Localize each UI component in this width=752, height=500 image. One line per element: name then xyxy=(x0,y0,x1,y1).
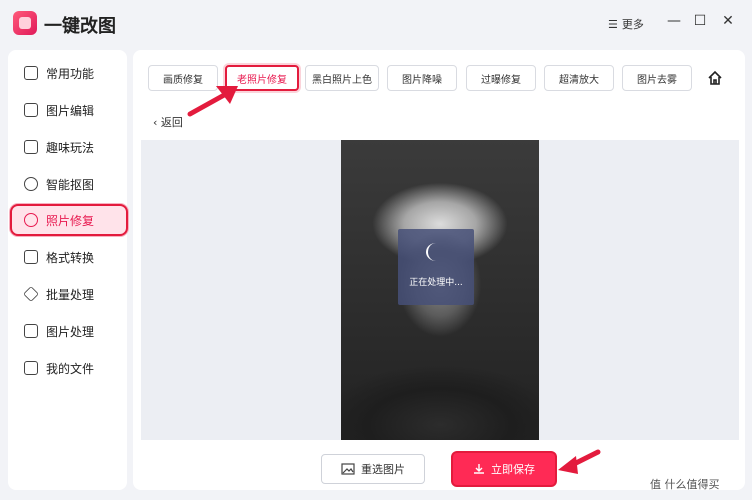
processing-overlay: 正在处理中... xyxy=(398,229,474,305)
save-now-button[interactable]: 立即保存 xyxy=(453,453,555,485)
sidebar-item-batch[interactable]: 批量处理 xyxy=(16,281,120,307)
image-icon xyxy=(24,324,38,338)
app-logo xyxy=(13,11,37,35)
sidebar-item-fun[interactable]: 趣味玩法 xyxy=(16,134,120,160)
sidebar-item-convert[interactable]: 格式转换 xyxy=(16,244,120,270)
edit-icon xyxy=(24,103,38,117)
sidebar-item-common[interactable]: 常用功能 xyxy=(16,60,120,86)
reselect-label: 重选图片 xyxy=(361,463,405,476)
tab-denoise[interactable]: 图片降噪 xyxy=(387,65,457,91)
processing-text: 正在处理中... xyxy=(409,278,463,288)
preview-canvas: 正在处理中... xyxy=(141,140,739,440)
sidebar-item-label: 格式转换 xyxy=(46,250,95,265)
back-link[interactable]: ‹ 返回 xyxy=(153,114,183,130)
reselect-image-button[interactable]: 重选图片 xyxy=(321,454,425,484)
watermark-text: 值 什么值得买 xyxy=(650,478,720,491)
annotation-arrow-save xyxy=(558,449,601,474)
sidebar-item-label: 趣味玩法 xyxy=(46,140,95,155)
more-label: 更多 xyxy=(621,18,644,31)
sidebar-item-label: 照片修复 xyxy=(46,213,95,228)
sidebar-item-label: 图片处理 xyxy=(46,324,95,339)
photo-preview: 正在处理中... xyxy=(341,140,539,440)
home-icon[interactable] xyxy=(707,70,723,86)
sidebar-item-label: 我的文件 xyxy=(46,361,95,376)
menu-icon: ☰ xyxy=(608,17,618,31)
maximize-button[interactable]: ☐ xyxy=(690,13,710,29)
more-menu[interactable]: ☰ 更多 xyxy=(608,16,644,32)
download-icon xyxy=(474,464,484,474)
sidebar-item-label: 常用功能 xyxy=(46,66,95,81)
magic-icon xyxy=(24,140,38,154)
sidebar: 常用功能 图片编辑 趣味玩法 智能抠图 照片修复 格式转换 批量处理 图片处理 … xyxy=(8,50,128,490)
chevron-left-icon: ‹ xyxy=(153,116,158,129)
tab-overexposure-fix[interactable]: 过曝修复 xyxy=(466,65,536,91)
sidebar-item-files[interactable]: 我的文件 xyxy=(16,355,120,381)
file-icon xyxy=(24,361,38,375)
image-icon xyxy=(341,463,355,475)
sidebar-item-label: 批量处理 xyxy=(46,287,95,302)
repair-icon xyxy=(24,213,38,227)
target-icon xyxy=(24,177,38,191)
sidebar-item-cutout[interactable]: 智能抠图 xyxy=(16,171,120,197)
spinner-icon xyxy=(426,243,446,261)
save-label: 立即保存 xyxy=(491,463,535,476)
tab-colorize[interactable]: 黑白照片上色 xyxy=(305,65,379,91)
grid-icon xyxy=(24,66,38,80)
annotation-arrow-tab xyxy=(187,86,238,117)
title-bar: 一键改图 ☰ 更多 — ☐ ✕ xyxy=(0,0,752,46)
sidebar-item-edit[interactable]: 图片编辑 xyxy=(16,97,120,123)
sidebar-item-label: 图片编辑 xyxy=(46,103,95,118)
minimize-button[interactable]: — xyxy=(664,13,684,29)
sidebar-item-process[interactable]: 图片处理 xyxy=(16,318,120,344)
convert-icon xyxy=(24,250,38,264)
sidebar-item-repair[interactable]: 照片修复 xyxy=(10,204,128,236)
layers-icon xyxy=(23,286,39,302)
close-button[interactable]: ✕ xyxy=(718,13,738,29)
tab-dehaze[interactable]: 图片去雾 xyxy=(622,65,692,91)
back-label: 返回 xyxy=(160,116,183,129)
app-title: 一键改图 xyxy=(44,16,116,37)
sidebar-item-label: 智能抠图 xyxy=(46,177,95,192)
tab-upscale[interactable]: 超清放大 xyxy=(544,65,614,91)
